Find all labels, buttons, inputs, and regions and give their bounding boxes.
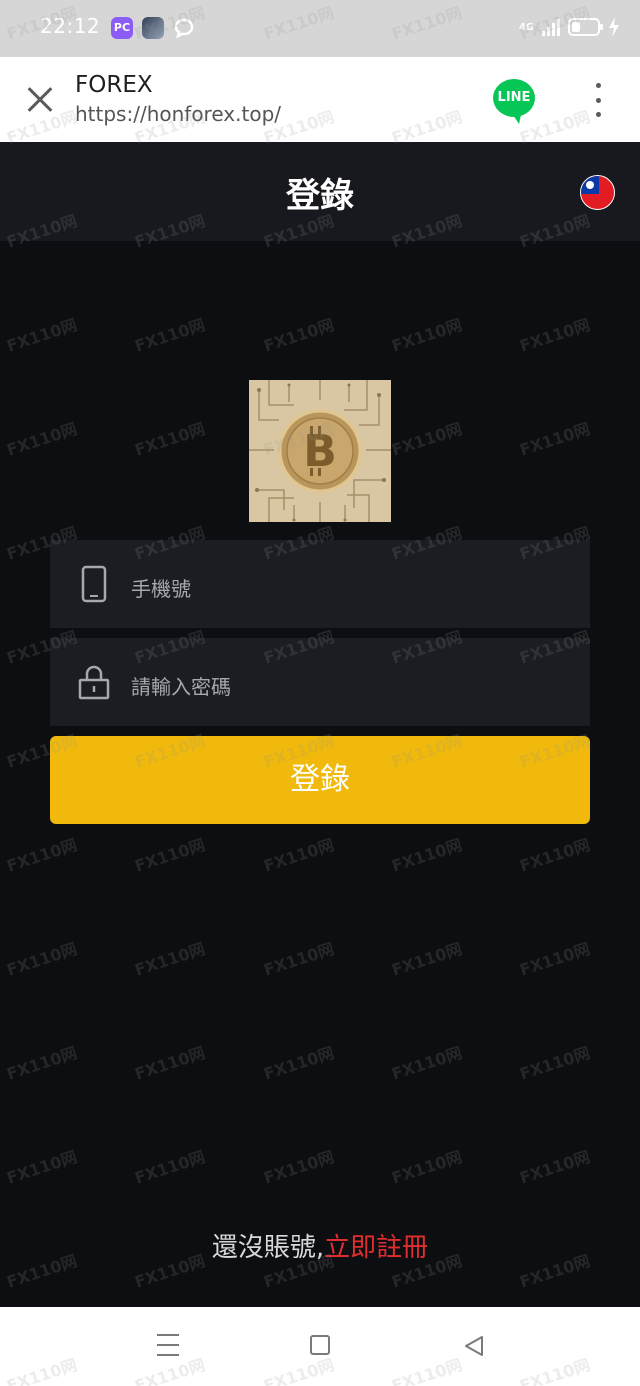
watermark-text: FX110网 bbox=[4, 835, 80, 876]
password-placeholder: 請輸入密碼 bbox=[131, 675, 231, 699]
watermark-text: FX110网 bbox=[4, 1043, 80, 1084]
app-header: 登錄 bbox=[0, 142, 640, 241]
page-url: https://honforex.top/ bbox=[75, 102, 281, 126]
watermark-text: FX110网 bbox=[261, 835, 337, 876]
watermark-text: FX110网 bbox=[517, 419, 593, 460]
register-question: 還沒賬號, bbox=[211, 1233, 325, 1263]
network-label: 4G bbox=[518, 21, 534, 33]
watermark-text: FX110网 bbox=[389, 1043, 465, 1084]
watermark-text: FX110网 bbox=[389, 835, 465, 876]
watermark-text: FX110网 bbox=[4, 315, 80, 356]
phone-field[interactable]: 手機號 bbox=[50, 540, 590, 628]
register-prompt: 還沒賬號,立即註冊 bbox=[0, 1227, 640, 1264]
recent-apps-icon[interactable] bbox=[157, 1334, 179, 1356]
watermark-text: FX110网 bbox=[4, 1147, 80, 1188]
signal-icon bbox=[542, 18, 560, 36]
watermark-text: FX110网 bbox=[517, 1147, 593, 1188]
watermark-text: FX110网 bbox=[132, 1043, 208, 1084]
charging-icon bbox=[609, 17, 619, 37]
watermark-text: FX110网 bbox=[517, 1043, 593, 1084]
register-link[interactable]: 立即註冊 bbox=[324, 1233, 428, 1263]
back-icon[interactable] bbox=[463, 1335, 485, 1357]
watermark-text: FX110网 bbox=[389, 315, 465, 356]
login-button[interactable]: 登錄 bbox=[50, 736, 590, 824]
taiwan-flag-icon[interactable] bbox=[580, 175, 615, 210]
password-field[interactable]: 請輸入密碼 bbox=[50, 638, 590, 726]
home-icon[interactable] bbox=[310, 1335, 330, 1355]
watermark-text: FX110网 bbox=[132, 419, 208, 460]
watermark-text: FX110网 bbox=[517, 939, 593, 980]
watermark-text: FX110网 bbox=[132, 1147, 208, 1188]
lock-icon bbox=[78, 665, 110, 700]
watermark-text: FX110网 bbox=[389, 419, 465, 460]
battery-icon bbox=[568, 18, 603, 36]
browser-toolbar: FOREX https://honforex.top/ LINE bbox=[0, 57, 640, 142]
more-menu-icon[interactable] bbox=[590, 83, 606, 117]
watermark-text: FX110网 bbox=[261, 1043, 337, 1084]
watermark-text: FX110网 bbox=[4, 939, 80, 980]
watermark-text: FX110网 bbox=[389, 939, 465, 980]
system-nav-bar bbox=[0, 1307, 640, 1386]
watermark-text: FX110网 bbox=[132, 315, 208, 356]
pc-app-icon: PC bbox=[111, 17, 133, 39]
watermark-text: FX110网 bbox=[132, 835, 208, 876]
watermark-text: FX110网 bbox=[517, 315, 593, 356]
page-title: FOREX bbox=[75, 72, 153, 98]
watermark-text: FX110网 bbox=[517, 835, 593, 876]
line-share-button[interactable]: LINE bbox=[493, 79, 535, 124]
watermark-text: FX110网 bbox=[132, 939, 208, 980]
watermark-text: FX110网 bbox=[261, 1147, 337, 1188]
watermark-text: FX110网 bbox=[261, 315, 337, 356]
phone-icon bbox=[81, 565, 107, 603]
clock: 22:12 bbox=[40, 14, 101, 38]
chat-app-icon bbox=[173, 17, 195, 39]
phone-placeholder: 手機號 bbox=[131, 577, 191, 601]
watermark-text: FX110网 bbox=[4, 419, 80, 460]
game-app-icon bbox=[142, 17, 164, 39]
login-title: 登錄 bbox=[286, 176, 354, 216]
watermark-text: FX110网 bbox=[389, 1147, 465, 1188]
watermark-text: FX110网 bbox=[261, 939, 337, 980]
status-bar: 22:12 PC 4G bbox=[0, 0, 640, 57]
bitcoin-logo: B bbox=[249, 380, 391, 522]
close-icon[interactable] bbox=[22, 81, 58, 117]
